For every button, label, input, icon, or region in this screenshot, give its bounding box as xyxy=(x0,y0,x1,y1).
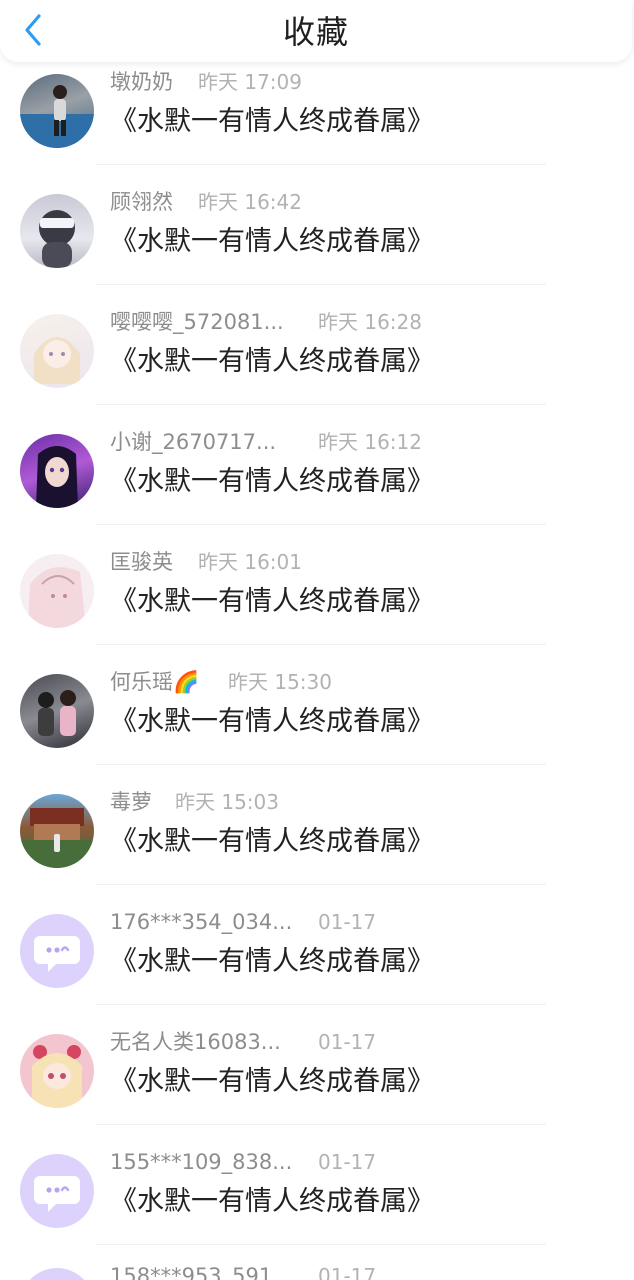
anime-avatar-icon xyxy=(28,567,86,628)
list-item[interactable]: 嘤嘤嘤_572081... 昨天 16:28 《水默一有情人终成眷属》 xyxy=(0,308,634,428)
user-avatar[interactable] xyxy=(20,914,94,988)
user-avatar[interactable] xyxy=(20,1154,94,1228)
list-item[interactable]: 墩奶奶 昨天 17:09 《水默一有情人终成眷属》 xyxy=(0,68,634,188)
user-name: 毒萝 xyxy=(110,790,152,814)
user-avatar[interactable] xyxy=(20,554,94,628)
user-name: 无名人类16083... xyxy=(110,1030,281,1054)
timestamp: 昨天 15:03 xyxy=(175,790,279,814)
timestamp: 01-17 xyxy=(318,1150,377,1174)
divider xyxy=(96,164,546,165)
divider xyxy=(96,644,546,645)
user-name: 何乐瑶🌈 xyxy=(110,670,200,694)
game-avatar-icon xyxy=(20,808,94,868)
list-item[interactable]: 何乐瑶🌈 昨天 15:30 《水默一有情人终成眷属》 xyxy=(0,668,634,788)
user-name: 小谢_2670717... xyxy=(110,430,277,454)
divider xyxy=(96,1124,546,1125)
timestamp: 昨天 16:42 xyxy=(198,190,302,214)
timestamp: 01-17 xyxy=(318,1030,377,1054)
list-item[interactable]: 无名人类16083... 01-17 《水默一有情人终成眷属》 xyxy=(0,1028,634,1148)
favorite-content[interactable]: 《水默一有情人终成眷属》 xyxy=(110,344,434,380)
list-item[interactable]: 155***109_838... 01-17 《水默一有情人终成眷属》 xyxy=(0,1148,634,1268)
timestamp: 昨天 17:09 xyxy=(198,70,302,94)
divider xyxy=(96,764,546,765)
list-item[interactable]: 158***953_591 01-17 xyxy=(0,1262,634,1280)
timestamp: 昨天 16:28 xyxy=(318,310,422,334)
divider xyxy=(96,1244,546,1245)
divider xyxy=(96,1004,546,1005)
favorite-content[interactable]: 《水默一有情人终成眷属》 xyxy=(110,464,434,500)
list-item[interactable]: 毒萝 昨天 15:03 《水默一有情人终成眷属》 xyxy=(0,788,634,908)
page-title: 收藏 xyxy=(282,13,349,51)
timestamp: 昨天 16:01 xyxy=(198,550,302,574)
divider xyxy=(96,284,546,285)
timestamp: 01-17 xyxy=(318,1264,377,1280)
user-avatar[interactable] xyxy=(20,314,94,388)
favorite-content[interactable]: 《水默一有情人终成眷属》 xyxy=(110,104,434,140)
user-name: 嘤嘤嘤_572081... xyxy=(110,310,284,334)
list-item[interactable]: 176***354_034... 01-17 《水默一有情人终成眷属》 xyxy=(0,908,634,1028)
anime-avatar-icon xyxy=(32,1045,82,1108)
chat-bubble-icon xyxy=(34,1176,80,1212)
timestamp: 昨天 16:12 xyxy=(318,430,422,454)
list-item[interactable]: 顾翎然 昨天 16:42 《水默一有情人终成眷属》 xyxy=(0,188,634,308)
user-avatar[interactable] xyxy=(20,194,94,268)
favorite-content[interactable]: 《水默一有情人终成眷属》 xyxy=(110,704,434,740)
divider xyxy=(96,524,546,525)
anime-avatar-icon xyxy=(34,337,80,384)
user-name: 匡骏英 xyxy=(110,550,173,574)
user-avatar[interactable] xyxy=(20,434,94,508)
list-item[interactable]: 匡骏英 昨天 16:01 《水默一有情人终成眷属》 xyxy=(0,548,634,668)
timestamp: 01-17 xyxy=(318,910,377,934)
photo-avatar-icon xyxy=(38,690,76,736)
user-name: 155***109_838... xyxy=(110,1150,293,1174)
user-avatar[interactable] xyxy=(20,1034,94,1108)
favorite-content[interactable]: 《水默一有情人终成眷属》 xyxy=(110,1064,434,1100)
favorite-content[interactable]: 《水默一有情人终成眷属》 xyxy=(110,944,434,980)
user-name: 158***953_591 xyxy=(110,1264,273,1280)
photo-avatar-icon xyxy=(39,210,75,268)
anime-avatar-icon xyxy=(36,446,78,508)
timestamp: 昨天 15:30 xyxy=(228,670,332,694)
favorite-content[interactable]: 《水默一有情人终成眷属》 xyxy=(110,584,434,620)
divider xyxy=(96,404,546,405)
user-avatar[interactable] xyxy=(20,74,94,148)
top-bar: 收藏 xyxy=(0,0,632,62)
user-avatar[interactable] xyxy=(20,674,94,748)
user-name: 墩奶奶 xyxy=(110,70,173,94)
list-item[interactable]: 小谢_2670717... 昨天 16:12 《水默一有情人终成眷属》 xyxy=(0,428,634,548)
favorite-content[interactable]: 《水默一有情人终成眷属》 xyxy=(110,224,434,260)
photo-avatar-icon xyxy=(20,85,94,148)
favorite-content[interactable]: 《水默一有情人终成眷属》 xyxy=(110,824,434,860)
user-name: 176***354_034... xyxy=(110,910,293,934)
divider xyxy=(96,884,546,885)
user-name: 顾翎然 xyxy=(110,190,173,214)
favorite-content[interactable]: 《水默一有情人终成眷属》 xyxy=(110,1184,434,1220)
user-avatar[interactable] xyxy=(20,1268,94,1280)
user-avatar[interactable] xyxy=(20,794,94,868)
chat-bubble-icon xyxy=(34,936,80,972)
